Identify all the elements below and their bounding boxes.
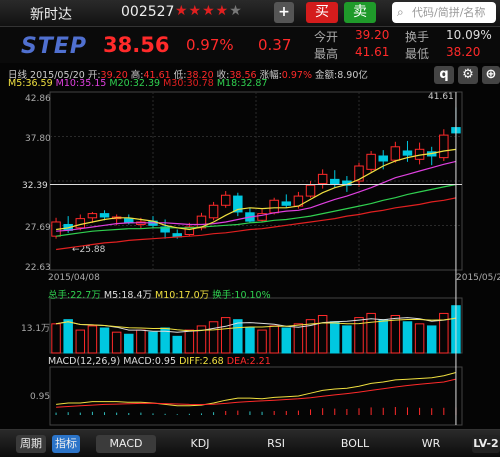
tab-rsi[interactable]: RSI <box>246 435 306 453</box>
tab-macd[interactable]: MACD <box>96 435 156 453</box>
volume-bar <box>317 315 328 354</box>
candle-body <box>220 194 231 206</box>
candle-body <box>99 213 110 218</box>
volume-bar <box>184 329 195 354</box>
volume-bar <box>378 319 388 354</box>
macd-title: MACD(12,26,9) <box>48 356 121 367</box>
candle-body <box>330 178 340 185</box>
candle-body <box>402 150 413 156</box>
volume-bar <box>293 323 304 354</box>
volume-bar <box>208 321 219 354</box>
price-axis-label: 32.39 <box>22 181 48 191</box>
highest-marker: 41.61 <box>428 92 454 102</box>
end-date-label: 2015/05/20 <box>456 273 500 283</box>
volume-bar <box>257 329 267 354</box>
volume-bar <box>75 329 86 354</box>
price-axis-label: 37.80 <box>25 134 51 144</box>
volume-bar <box>414 323 425 354</box>
candle-body <box>75 218 86 229</box>
start-date-label: 2015/04/08 <box>48 273 100 283</box>
volume-bar <box>245 327 255 354</box>
candle-body <box>439 134 449 159</box>
volume-m5: M5:18.4万 <box>103 290 152 301</box>
volume-legend: 总手:22.7万 M5:18.4万 M10:17.0万 换手:10.10% <box>48 287 271 301</box>
volume-m10: M10:17.0万 <box>155 290 210 301</box>
macd-legend: MACD(12,26,9) MACD:0.95 DIFF:2.68 DEA:2.… <box>48 356 271 367</box>
macd-chart <box>55 372 457 415</box>
tab-kdj[interactable]: KDJ <box>170 435 230 453</box>
volume-bar <box>51 323 61 354</box>
volume-bars <box>51 305 461 354</box>
volume-total: 总手:22.7万 <box>48 290 101 301</box>
indicator-button[interactable]: 指标 <box>52 435 80 453</box>
candle-body <box>390 146 401 161</box>
level2-button[interactable]: LV-2 <box>472 435 500 453</box>
volume-bar <box>342 325 352 354</box>
volume-bar <box>63 319 73 354</box>
volume-turnover: 换手:10.10% <box>212 290 271 301</box>
candle-body <box>317 173 328 185</box>
volume-bar <box>172 335 182 354</box>
volume-bar <box>390 315 401 354</box>
price-axis-label: 22.63 <box>25 263 51 273</box>
volume-bar <box>281 327 292 354</box>
volume-bar <box>402 321 413 354</box>
candle-body <box>366 153 376 170</box>
volume-bar <box>99 327 110 354</box>
volume-bar <box>220 317 231 354</box>
dea-value: DEA:2.21 <box>226 356 271 367</box>
volume-bar <box>111 331 122 354</box>
macd-axis-label: 0.95 <box>30 392 50 402</box>
bottom-toolbar: 周期 指标 MACD KDJ RSI BOLL WR LV-2 <box>0 429 500 457</box>
macd-panel-frame <box>49 366 463 426</box>
period-button[interactable]: 周期 <box>16 435 46 453</box>
macd-value: MACD:0.95 <box>123 356 177 367</box>
candle-body <box>87 213 98 219</box>
dea-line <box>56 378 457 408</box>
price-axis-label: 27.69 <box>25 223 51 233</box>
volume-bar <box>269 325 279 354</box>
volume-bar <box>136 329 146 354</box>
candle-body <box>269 199 279 214</box>
volume-bar <box>233 319 243 354</box>
volume-bar <box>148 331 158 354</box>
volume-panel-frame <box>49 297 463 354</box>
volume-bar <box>87 325 98 354</box>
candle-body <box>124 218 134 224</box>
volume-bar <box>124 333 134 354</box>
candle-body <box>281 201 292 206</box>
candle-body <box>378 155 388 162</box>
chart-grid <box>49 91 463 426</box>
candle-body <box>305 184 316 197</box>
diff-value: DIFF:2.68 <box>179 356 224 367</box>
volume-bar <box>426 325 437 354</box>
price-axis-label: 42.86 <box>25 94 51 104</box>
candle-body <box>208 204 219 219</box>
volume-axis-label: 13.1万 <box>21 324 50 334</box>
volume-bar <box>330 321 340 354</box>
tab-boll[interactable]: BOLL <box>325 435 385 453</box>
tab-wr[interactable]: WR <box>401 435 461 453</box>
